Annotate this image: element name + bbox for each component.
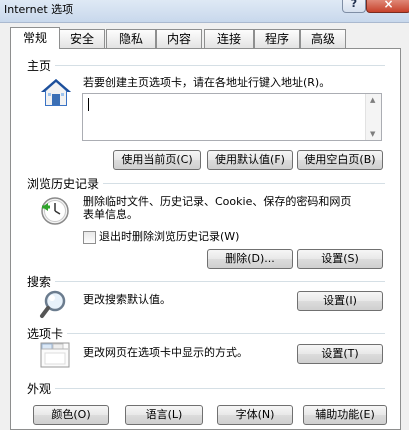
- colors-button[interactable]: 颜色(O): [33, 405, 109, 425]
- history-description-line1: 删除临时文件、历史记录、Cookie、保存的密码和网页: [83, 195, 352, 208]
- home-page-textarea[interactable]: ▲ ▼: [82, 93, 382, 141]
- tab-connections[interactable]: 连接: [204, 29, 254, 48]
- tab-advanced[interactable]: 高级: [300, 29, 346, 48]
- tabs-group-divider: [67, 333, 385, 334]
- history-settings-button[interactable]: 设置(S): [297, 249, 383, 269]
- fonts-button[interactable]: 字体(N): [217, 405, 293, 425]
- appearance-group-label: 外观: [27, 382, 52, 396]
- general-panel: 主页 若要创建主页选项卡，请在各地址行键入地址(R)。 ▲ ▼ 使用当前页(C)…: [10, 48, 401, 430]
- delete-history-button[interactable]: 删除(D)...: [207, 249, 293, 269]
- languages-button[interactable]: 语言(L): [125, 405, 203, 425]
- use-default-button[interactable]: 使用默认值(F): [207, 150, 293, 170]
- scroll-up-icon[interactable]: ▲: [370, 96, 375, 104]
- delete-on-exit-checkbox[interactable]: [83, 231, 96, 244]
- tab-programs[interactable]: 程序: [254, 29, 300, 48]
- home-group-label: 主页: [27, 59, 52, 73]
- tab-general[interactable]: 常规: [10, 27, 60, 49]
- tab-privacy[interactable]: 隐私: [106, 29, 156, 48]
- accessibility-button[interactable]: 辅助功能(E): [303, 405, 387, 425]
- history-clock-icon: [41, 197, 69, 225]
- search-description: 更改搜索默认值。: [83, 293, 171, 306]
- history-group-label: 浏览历史记录: [27, 177, 100, 191]
- search-group-label: 搜索: [27, 275, 52, 289]
- use-current-button[interactable]: 使用当前页(C): [113, 150, 201, 170]
- history-group-divider: [103, 183, 385, 184]
- scroll-down-icon[interactable]: ▼: [370, 130, 375, 138]
- help-button[interactable]: ?: [342, 0, 366, 13]
- home-group-divider: [55, 65, 385, 66]
- textarea-scrollbar[interactable]: ▲ ▼: [365, 94, 381, 140]
- home-description: 若要创建主页选项卡，请在各地址行键入地址(R)。: [83, 76, 331, 89]
- appearance-group-divider: [55, 388, 385, 389]
- text-caret: [88, 98, 89, 111]
- delete-on-exit-label[interactable]: 退出时删除浏览历史记录(W): [99, 230, 239, 244]
- history-description-line2: 表单信息。: [83, 208, 138, 221]
- tabs-window-icon: [40, 342, 70, 368]
- title-bar: Internet 选项 ? ×: [0, 0, 409, 23]
- search-icon: [40, 290, 66, 318]
- tabs-settings-button[interactable]: 设置(T): [297, 344, 383, 364]
- tab-security[interactable]: 安全: [59, 29, 105, 48]
- search-settings-button[interactable]: 设置(I): [297, 291, 383, 311]
- tabs-description: 更改网页在选项卡中显示的方式。: [83, 346, 248, 359]
- use-blank-button[interactable]: 使用空白页(B): [297, 150, 383, 170]
- close-button[interactable]: ×: [366, 0, 409, 13]
- tab-content[interactable]: 内容: [156, 29, 202, 48]
- house-icon: [41, 79, 71, 106]
- search-group-divider: [55, 281, 385, 282]
- window-title: Internet 选项: [4, 3, 74, 16]
